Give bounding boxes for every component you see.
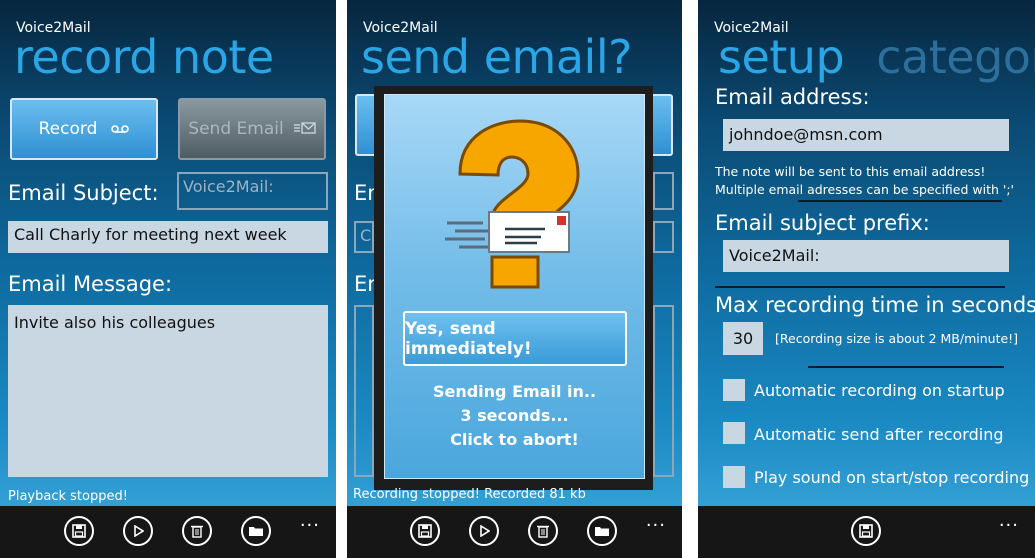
divider xyxy=(715,286,1005,288)
question-mark-icon xyxy=(440,119,590,293)
email-send-icon xyxy=(293,119,316,139)
email-note-line-2: Multiple email adresses can be specified… xyxy=(715,182,1014,197)
voicemail-icon xyxy=(111,119,130,139)
countdown-text-2: 3 seconds... xyxy=(460,406,569,425)
more-menu[interactable]: ... xyxy=(999,510,1019,531)
save-icon[interactable] xyxy=(851,516,881,546)
page-title: setup categori xyxy=(718,30,1035,84)
send-email-button-label: Send Email xyxy=(188,119,284,139)
auto-record-label: Automatic recording on startup xyxy=(754,381,1005,400)
auto-send-checkbox[interactable] xyxy=(723,422,745,444)
divider xyxy=(808,366,1004,368)
email-message-label: Email Message: xyxy=(8,272,173,296)
email-address-input[interactable]: johndoe@msn.com xyxy=(723,119,1009,151)
countdown-text-1: Sending Email in.. xyxy=(432,382,597,401)
more-menu[interactable]: ... xyxy=(646,510,666,531)
bg-message-field-right xyxy=(653,305,674,477)
play-icon[interactable] xyxy=(123,516,153,546)
record-button-label: Record xyxy=(38,119,98,139)
save-icon[interactable] xyxy=(64,516,94,546)
subject-prefix-input[interactable]: Voice2Mail: xyxy=(723,240,1009,272)
auto-send-label: Automatic send after recording xyxy=(754,425,1004,444)
folder-icon[interactable] xyxy=(587,516,617,546)
folder-icon[interactable] xyxy=(241,516,271,546)
email-subject-label: Email Subject: xyxy=(8,181,159,205)
pivot-setup[interactable]: setup xyxy=(718,30,845,84)
bg-prefix-field xyxy=(653,172,674,210)
status-text: Playback stopped! xyxy=(8,489,128,504)
email-subject-input[interactable]: Call Charly for meeting next week xyxy=(8,221,328,253)
max-recording-label: Max recording time in seconds xyxy=(715,293,1035,317)
play-icon[interactable] xyxy=(469,516,499,546)
app-bar: ... xyxy=(0,506,336,558)
subject-prefix-field: Voice2Mail: xyxy=(177,172,328,210)
more-menu[interactable]: ... xyxy=(300,510,320,531)
pivot-categories[interactable]: categori xyxy=(876,30,1035,84)
app-bar: ... xyxy=(347,506,682,558)
subject-prefix-label: Email subject prefix: xyxy=(715,211,930,235)
max-recording-input[interactable]: 30 xyxy=(723,322,763,355)
email-message-input[interactable]: Invite also his colleagues xyxy=(8,305,328,477)
app-bar: ... xyxy=(698,506,1035,558)
delete-icon[interactable] xyxy=(182,516,212,546)
page-title: send email? xyxy=(361,30,633,84)
abort-text[interactable]: Click to abort! xyxy=(385,430,644,449)
bg-subject-field-right xyxy=(653,221,674,253)
send-email-screen: Voice2Mail send email? Em Ca En xyxy=(347,0,682,558)
divider xyxy=(798,200,1002,202)
save-icon[interactable] xyxy=(410,516,440,546)
email-address-label: Email address: xyxy=(715,85,870,109)
status-text: Recording stopped! Recorded 81 kb xyxy=(353,487,586,502)
setup-screen: Voice2Mail setup categori Email address:… xyxy=(698,0,1035,558)
send-email-button[interactable]: Send Email xyxy=(178,98,326,160)
auto-record-checkbox[interactable] xyxy=(723,379,745,401)
recording-size-hint: [Recording size is about 2 MB/minute!] xyxy=(775,331,1019,346)
play-sound-checkbox[interactable] xyxy=(723,466,745,488)
send-confirm-dialog: Yes, send immediately! Sending Email in.… xyxy=(384,94,645,479)
delete-icon[interactable] xyxy=(528,516,558,546)
envelope-icon xyxy=(445,209,575,259)
send-immediately-button[interactable]: Yes, send immediately! xyxy=(403,311,627,366)
play-sound-label: Play sound on start/stop recording xyxy=(754,468,1030,487)
email-note-line-1: The note will be sent to this email addr… xyxy=(715,164,986,179)
page-title: record note xyxy=(14,30,274,84)
record-button[interactable]: Record xyxy=(10,98,158,160)
bg-subject-field: Ca xyxy=(354,221,374,253)
bg-message-field xyxy=(354,305,374,477)
record-note-screen: Voice2Mail record note Record Send Email… xyxy=(0,0,336,558)
